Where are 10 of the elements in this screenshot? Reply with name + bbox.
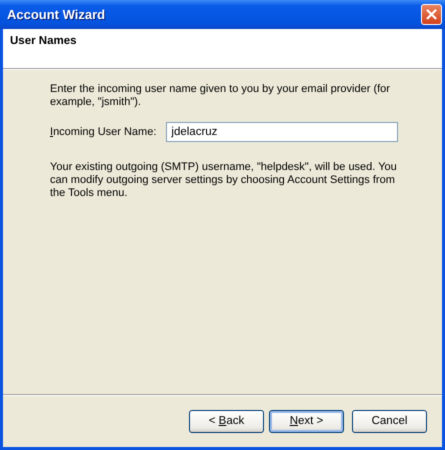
- field-label: Incoming User Name:: [50, 126, 156, 138]
- cancel-button[interactable]: Cancel: [352, 410, 427, 432]
- page-heading: User Names: [10, 35, 76, 47]
- info-text: Your existing outgoing (SMTP) username, "helpdesk", will be used. You can modify outgoing server settings by choosing Account Settings from the Tools menu.: [50, 161, 398, 200]
- window-title: Account Wizard: [7, 7, 106, 22]
- close-button[interactable]: ×: [421, 4, 442, 25]
- next-button[interactable]: Next >: [269, 410, 344, 432]
- back-button[interactable]: < Back: [189, 410, 264, 432]
- instruction-text: Enter the incoming user name given to you by your email provider (for example, "jsmith").: [50, 83, 391, 109]
- user-name-field[interactable]: jdelacruz: [166, 122, 398, 142]
